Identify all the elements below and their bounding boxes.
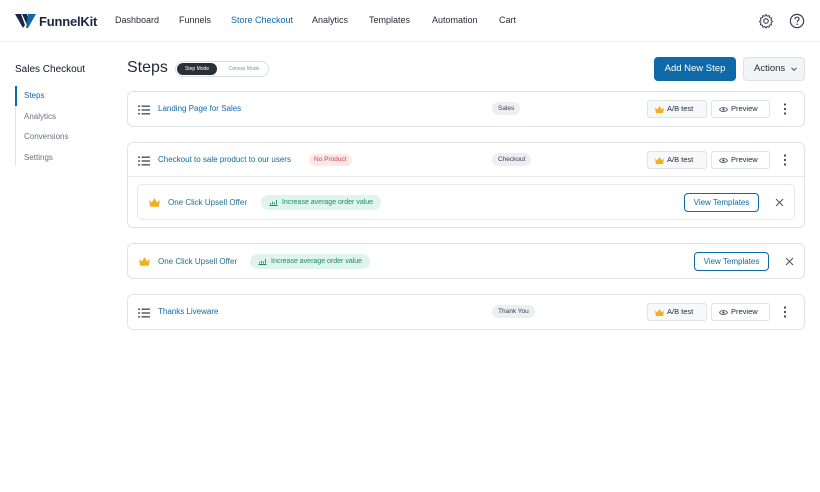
chevron-down-icon xyxy=(791,67,797,72)
help-icon[interactable] xyxy=(789,13,805,29)
upsell-benefit-pill: Increase average order value xyxy=(250,254,371,269)
top-navigation: FunnelKit Dashboard Funnels Store Checko… xyxy=(0,0,820,42)
step-card: Thanks Liveware Thank You A/B test Previ… xyxy=(127,294,805,330)
upsell-benefit-pill: Increase average order value xyxy=(261,195,382,210)
list-icon[interactable] xyxy=(138,156,150,166)
nav-store-checkout[interactable]: Store Checkout xyxy=(231,15,293,25)
preview-button[interactable]: Preview xyxy=(711,303,770,321)
chart-icon xyxy=(258,259,267,265)
chart-icon xyxy=(269,200,278,206)
upsell-offer-card: One Click Upsell Offer Increase average … xyxy=(137,184,795,220)
add-new-step-button[interactable]: Add New Step xyxy=(654,57,736,81)
more-options-icon[interactable] xyxy=(783,306,787,318)
crown-icon xyxy=(655,157,664,164)
logo-text: FunnelKit xyxy=(39,13,98,29)
no-product-badge: No Product xyxy=(309,154,352,166)
step-type-tag: Sales xyxy=(492,102,521,115)
view-templates-button[interactable]: View Templates xyxy=(694,252,769,271)
step-name[interactable]: Landing Page for Sales xyxy=(158,104,241,113)
sidebar-menu: Steps Analytics Conversions Settings xyxy=(15,86,68,166)
gear-icon[interactable] xyxy=(758,13,774,29)
nav-automation[interactable]: Automation xyxy=(432,15,478,25)
close-icon[interactable] xyxy=(775,198,784,207)
crown-icon xyxy=(655,309,664,316)
logo-mark-icon xyxy=(15,14,36,28)
upsell-name[interactable]: One Click Upsell Offer xyxy=(158,257,237,266)
sidebar-title: Sales Checkout xyxy=(15,64,86,75)
nav-analytics[interactable]: Analytics xyxy=(312,15,348,25)
sidebar-active-indicator xyxy=(15,86,17,106)
actions-label: Actions xyxy=(754,63,786,74)
eye-icon xyxy=(719,158,728,163)
preview-label: Preview xyxy=(731,155,758,164)
funnelkit-logo[interactable]: FunnelKit xyxy=(15,12,97,30)
upsell-benefit-text: Increase average order value xyxy=(282,199,374,206)
step-card: Landing Page for Sales Sales A/B test Pr… xyxy=(127,91,805,127)
ab-test-label: A/B test xyxy=(667,307,694,316)
step-mode-option[interactable]: Step Mode xyxy=(177,63,217,75)
ab-test-label: A/B test xyxy=(667,155,694,164)
list-icon[interactable] xyxy=(138,308,150,318)
sidebar-item-conversions[interactable]: Conversions xyxy=(24,132,68,141)
sidebar-item-analytics[interactable]: Analytics xyxy=(24,112,56,121)
actions-button[interactable]: Actions xyxy=(743,57,805,81)
step-name[interactable]: Checkout to sale product to our users xyxy=(158,155,291,164)
crown-icon xyxy=(655,106,664,113)
sidebar-item-settings[interactable]: Settings xyxy=(24,153,53,162)
upsell-name[interactable]: One Click Upsell Offer xyxy=(168,198,247,207)
eye-icon xyxy=(719,310,728,315)
preview-label: Preview xyxy=(731,104,758,113)
sidebar-item-steps[interactable]: Steps xyxy=(24,91,44,100)
ab-test-button[interactable]: A/B test xyxy=(647,303,707,321)
preview-button[interactable]: Preview xyxy=(711,151,770,169)
ab-test-button[interactable]: A/B test xyxy=(647,151,707,169)
step-card: Checkout to sale product to our users No… xyxy=(127,142,805,228)
preview-button[interactable]: Preview xyxy=(711,100,770,118)
step-type-tag: Checkout xyxy=(492,153,532,166)
nav-funnels[interactable]: Funnels xyxy=(179,15,211,25)
preview-label: Preview xyxy=(731,307,758,316)
more-options-icon[interactable] xyxy=(783,154,787,166)
step-name[interactable]: Thanks Liveware xyxy=(158,307,218,316)
canvas-mode-option[interactable]: Canvas Mode xyxy=(221,63,267,75)
ab-test-label: A/B test xyxy=(667,104,694,113)
crown-icon xyxy=(139,257,150,266)
divider xyxy=(128,176,804,177)
nav-cart[interactable]: Cart xyxy=(499,15,516,25)
view-templates-button[interactable]: View Templates xyxy=(684,193,759,212)
step-type-tag: Thank You xyxy=(492,305,535,318)
eye-icon xyxy=(719,107,728,112)
nav-templates[interactable]: Templates xyxy=(369,15,410,25)
close-icon[interactable] xyxy=(785,257,794,266)
mode-toggle[interactable]: Step Mode Canvas Mode xyxy=(175,61,269,77)
list-icon[interactable] xyxy=(138,105,150,115)
ab-test-button[interactable]: A/B test xyxy=(647,100,707,118)
page-title: Steps xyxy=(127,59,168,76)
nav-dashboard[interactable]: Dashboard xyxy=(115,15,159,25)
crown-icon xyxy=(149,198,160,207)
more-options-icon[interactable] xyxy=(783,103,787,115)
upsell-offer-card: One Click Upsell Offer Increase average … xyxy=(127,243,805,279)
upsell-benefit-text: Increase average order value xyxy=(271,258,363,265)
